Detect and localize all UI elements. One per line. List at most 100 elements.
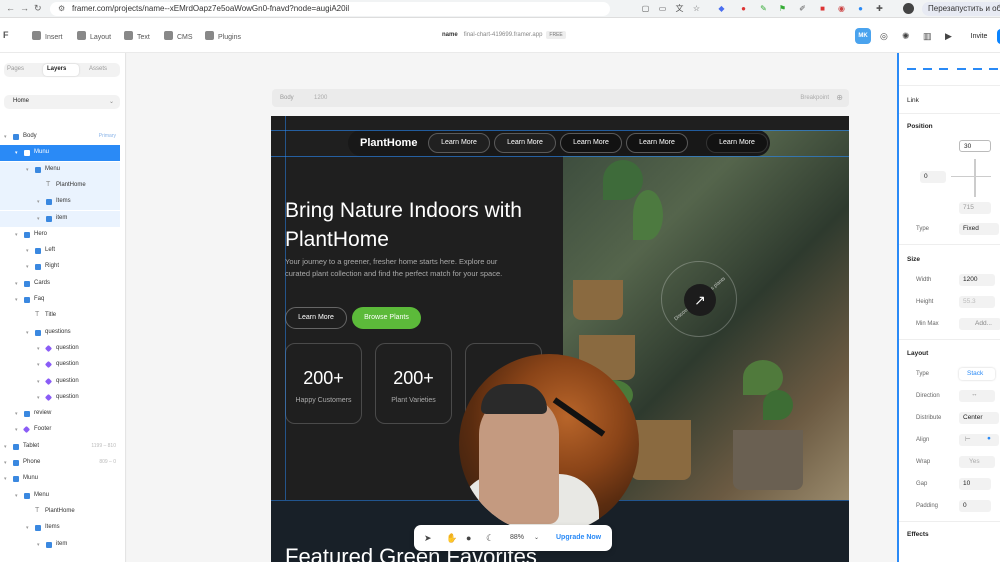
hand-tool-icon[interactable]: ✋ — [446, 533, 457, 544]
direction-toggle[interactable]: ↔ — [959, 390, 995, 402]
layer-row[interactable]: ▾ Items — [0, 194, 120, 211]
chevron-down-icon[interactable]: ▾ — [15, 493, 18, 499]
align-bottom-icon[interactable] — [989, 68, 998, 73]
layer-row[interactable]: ▾ Left — [0, 243, 120, 259]
layer-row[interactable]: ▾ Munu — [0, 145, 120, 162]
play-preview-icon[interactable]: ▶ — [945, 31, 952, 42]
extension-icon[interactable]: ⚑ — [777, 3, 788, 14]
comment-tool-icon[interactable]: ● — [466, 533, 471, 543]
layer-row[interactable]: T PlantHome — [0, 177, 120, 194]
layer-row[interactable]: ▾ question — [0, 390, 120, 406]
forward-icon[interactable]: → — [20, 3, 29, 13]
layer-row[interactable]: ▾ Items — [0, 520, 120, 536]
chevron-down-icon[interactable]: ▾ — [37, 346, 40, 352]
layer-row[interactable]: ▾ item — [0, 537, 120, 553]
analytics-icon[interactable]: ▥ — [923, 31, 932, 42]
extension-icon[interactable]: ✐ — [797, 3, 808, 14]
add-breakpoint-icon[interactable]: ⊕ — [836, 93, 843, 102]
frame-header[interactable]: Body 1200 Breakpoint ⊕ — [272, 89, 849, 107]
distribute-select[interactable]: Center — [959, 412, 999, 424]
minmax-add-button[interactable]: Add... — [959, 318, 1000, 330]
upgrade-button[interactable]: Upgrade Now — [556, 534, 601, 541]
align-middle-icon[interactable] — [973, 68, 982, 73]
page-selector[interactable]: Home ⌄ — [4, 95, 120, 109]
bookmark-list-icon[interactable]: ▢ — [640, 3, 651, 14]
chevron-down-icon[interactable]: ▾ — [37, 379, 40, 385]
layout-type-stack[interactable]: Stack — [959, 368, 995, 380]
plugins-button[interactable]: Plugins — [205, 31, 241, 41]
layer-row[interactable]: ▾ question — [0, 341, 120, 357]
chevron-down-icon[interactable]: ▾ — [26, 264, 29, 270]
gap-input[interactable]: 10 — [959, 478, 991, 490]
link-label[interactable]: Link — [907, 97, 919, 104]
layer-row[interactable]: ▾ question — [0, 374, 120, 390]
cms-button[interactable]: CMS — [164, 31, 193, 41]
reload-icon[interactable]: ↻ — [34, 3, 42, 14]
chevron-down-icon[interactable]: ▾ — [26, 167, 29, 173]
extensions-puzzle-icon[interactable]: ✚ — [874, 3, 885, 14]
chevron-down-icon[interactable]: ⌄ — [534, 534, 539, 541]
extension-icon[interactable]: ■ — [817, 3, 828, 14]
dark-mode-icon[interactable]: ☾ — [486, 533, 494, 544]
text-button[interactable]: Text — [124, 31, 150, 41]
tab-assets[interactable]: Assets — [89, 66, 107, 72]
chevron-down-icon[interactable]: ▾ — [4, 134, 7, 140]
chevron-down-icon[interactable]: ▾ — [15, 281, 18, 287]
settings-icon[interactable]: ✺ — [902, 31, 910, 42]
project-title[interactable]: name final-chart-419699.framer.app FREE — [442, 31, 566, 39]
width-input[interactable]: 1200 — [959, 274, 995, 286]
tab-layers[interactable]: Layers — [47, 66, 66, 72]
nav-learn-more-button[interactable]: Learn More — [494, 133, 556, 153]
layer-row[interactable]: ▾ Faq — [0, 292, 120, 308]
discover-badge[interactable]: Discover Your perfects plants ↗ — [661, 261, 737, 337]
globe-icon[interactable]: ◎ — [880, 31, 888, 42]
nav-learn-more-button[interactable]: Learn More — [560, 133, 622, 153]
chevron-down-icon[interactable]: ▾ — [4, 476, 7, 482]
chevron-down-icon[interactable]: ▾ — [15, 411, 18, 417]
browse-plants-button[interactable]: Browse Plants — [352, 307, 421, 329]
layer-row[interactable]: ▾ item — [0, 210, 120, 227]
chevron-down-icon[interactable]: ▾ — [4, 444, 7, 450]
layer-row[interactable]: ▾ Phone 809 – 0 — [0, 455, 120, 471]
invite-button[interactable]: Invite — [963, 29, 995, 44]
chevron-down-icon[interactable]: ▾ — [26, 330, 29, 336]
layer-row[interactable]: ▾ Footer — [0, 422, 120, 438]
profile-avatar[interactable] — [903, 3, 914, 14]
restart-button[interactable]: Перезапустить и об — [922, 2, 1000, 16]
position-bottom-input[interactable]: 715 — [959, 202, 991, 214]
chevron-down-icon[interactable]: ▾ — [4, 460, 7, 466]
chevron-down-icon[interactable]: ▾ — [15, 297, 18, 303]
site-info-icon[interactable]: ⚙ — [58, 4, 65, 13]
tab-pages[interactable]: Pages — [7, 66, 24, 72]
padding-input[interactable]: 0 — [959, 500, 991, 512]
canvas[interactable]: Body 1200 Breakpoint ⊕ Discover Your per… — [127, 53, 897, 562]
layer-row[interactable]: ▾ Tablet 1199 – 810 — [0, 439, 120, 455]
position-left-input[interactable]: 0 — [920, 171, 946, 183]
nav-learn-more-button[interactable]: Learn More — [706, 133, 768, 153]
zoom-level[interactable]: 88% — [510, 534, 524, 541]
chevron-down-icon[interactable]: ▾ — [37, 395, 40, 401]
chevron-down-icon[interactable]: ▾ — [15, 232, 18, 238]
align-center-icon[interactable] — [923, 68, 932, 73]
layer-row[interactable]: ▾ review — [0, 406, 120, 422]
address-bar[interactable]: ⚙ framer.com/projects/name--xEMrdOapz7e5… — [50, 2, 610, 16]
chevron-down-icon[interactable]: ▾ — [26, 248, 29, 254]
align-toggle[interactable]: ⊢ ● — [959, 434, 999, 446]
chevron-down-icon[interactable]: ▾ — [37, 199, 40, 205]
site-logo[interactable]: PlantHome — [360, 137, 417, 149]
cast-icon[interactable]: ▭ — [657, 3, 668, 14]
layer-row[interactable]: ▾ question — [0, 357, 120, 373]
nav-learn-more-button[interactable]: Learn More — [428, 133, 490, 153]
chevron-down-icon[interactable]: ▾ — [15, 427, 18, 433]
extension-icon[interactable]: ◉ — [836, 3, 847, 14]
nav-learn-more-button[interactable]: Learn More — [626, 133, 688, 153]
position-type-select[interactable]: Fixed — [959, 223, 999, 235]
layer-row[interactable]: ▾ Body Primary — [0, 129, 120, 145]
layer-row[interactable]: ▾ Right — [0, 259, 120, 275]
extension-icon[interactable]: ● — [738, 3, 749, 14]
layer-row[interactable]: ▾ Munu — [0, 471, 120, 487]
framer-logo-icon[interactable]: F — [3, 30, 9, 40]
align-right-icon[interactable] — [939, 68, 948, 73]
back-icon[interactable]: ← — [6, 3, 15, 13]
align-left-icon[interactable] — [907, 68, 916, 73]
